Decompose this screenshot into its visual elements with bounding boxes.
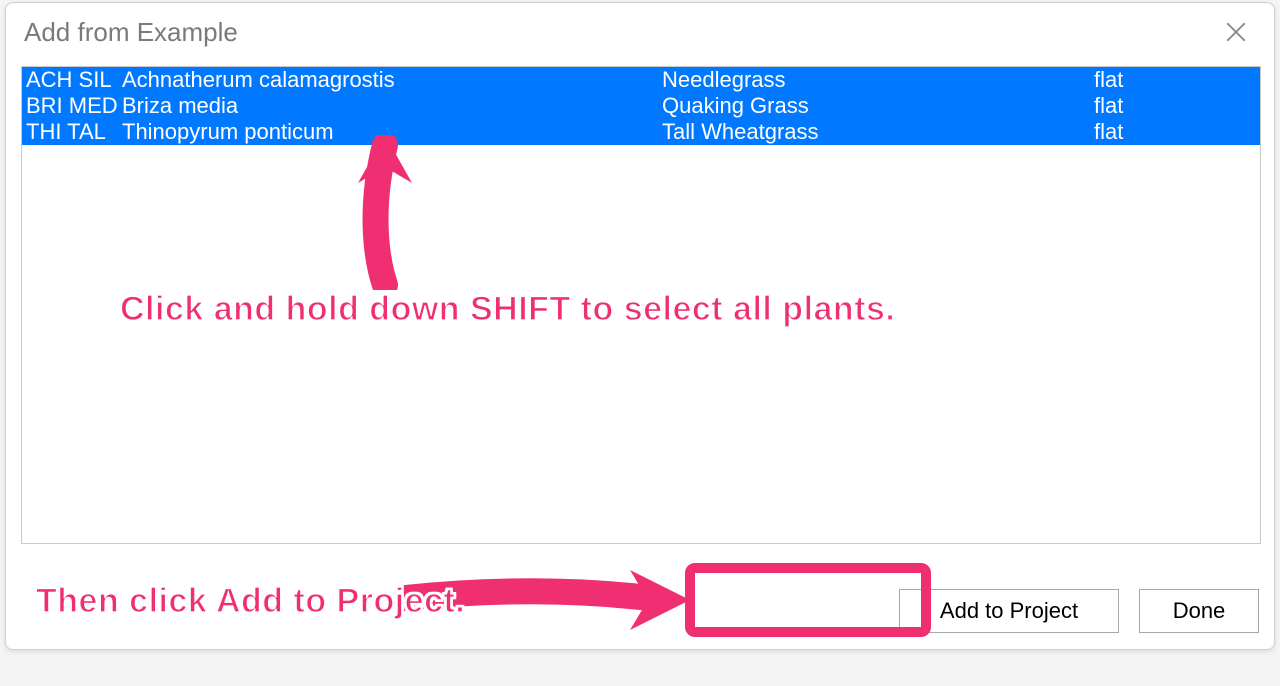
plant-list[interactable]: ACH SIL Achnatherum calamagrostis Needle…	[21, 66, 1261, 544]
cell-code: ACH SIL	[26, 67, 122, 93]
titlebar: Add from Example	[6, 3, 1274, 61]
cell-code: BRI MED	[26, 93, 122, 119]
cell-latin: Thinopyrum ponticum	[122, 119, 662, 145]
cell-type: flat	[1094, 119, 1260, 145]
button-bar: Add to Project Done	[21, 589, 1259, 633]
dialog-title: Add from Example	[24, 17, 238, 48]
table-row[interactable]: BRI MED Briza media Quaking Grass flat	[22, 93, 1260, 119]
cell-common: Tall Wheatgrass	[662, 119, 1094, 145]
cell-common: Needlegrass	[662, 67, 1094, 93]
add-from-example-dialog: Add from Example ACH SIL Achnatherum cal…	[5, 2, 1275, 650]
close-button[interactable]	[1216, 12, 1256, 52]
close-icon	[1226, 22, 1246, 42]
cell-type: flat	[1094, 93, 1260, 119]
done-button[interactable]: Done	[1139, 589, 1259, 633]
table-row[interactable]: ACH SIL Achnatherum calamagrostis Needle…	[22, 67, 1260, 93]
cell-type: flat	[1094, 67, 1260, 93]
cell-code: THI TAL	[26, 119, 122, 145]
cell-latin: Briza media	[122, 93, 662, 119]
add-to-project-button[interactable]: Add to Project	[899, 589, 1119, 633]
cell-latin: Achnatherum calamagrostis	[122, 67, 662, 93]
cell-common: Quaking Grass	[662, 93, 1094, 119]
table-row[interactable]: THI TAL Thinopyrum ponticum Tall Wheatgr…	[22, 119, 1260, 145]
